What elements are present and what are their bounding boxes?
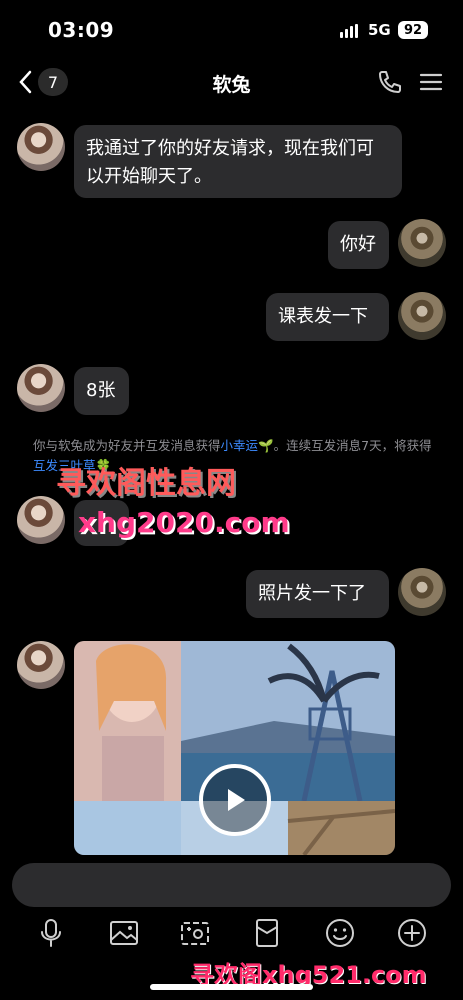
message-bubble[interactable]: 照片发一下了 [246, 570, 389, 618]
watermark-text: xhg2020.com [78, 506, 290, 539]
more-button[interactable] [395, 916, 429, 950]
red-packet-icon [256, 919, 278, 947]
play-button[interactable] [199, 764, 271, 836]
message-bubble[interactable]: 课表发一下 [266, 293, 389, 341]
status-time: 03:09 [48, 18, 115, 42]
home-indicator[interactable] [150, 984, 313, 990]
phone-icon [379, 71, 401, 93]
my-avatar[interactable] [398, 292, 446, 340]
menu-icon [419, 73, 443, 91]
my-avatar[interactable] [398, 219, 446, 267]
menu-button[interactable] [418, 68, 446, 96]
watermark-text: 寻欢阁性息网 [56, 466, 236, 501]
message-bubble[interactable]: 我通过了你的好友请求，现在我们可以开始聊天了。 [74, 125, 402, 198]
sprout-icon: 🌱 [258, 438, 274, 453]
message-bubble[interactable]: 8张 [74, 367, 129, 415]
message-bubble[interactable]: 你好 [328, 221, 389, 269]
message-input[interactable] [12, 863, 451, 907]
network-type: 5G [368, 21, 391, 39]
photo-button[interactable] [107, 916, 141, 950]
contact-avatar[interactable] [17, 364, 65, 412]
play-icon [228, 789, 245, 811]
system-notice-text: 你与软兔成为好友并互发消息获得 [33, 438, 221, 453]
contact-avatar[interactable] [17, 641, 65, 689]
contact-avatar[interactable] [17, 123, 65, 171]
system-notice-text: 。连续互发消息7天，将获得 [273, 438, 432, 453]
battery-indicator: 92 [398, 21, 428, 39]
voice-button[interactable] [34, 916, 68, 950]
red-packet-button[interactable] [250, 916, 284, 950]
emoji-button[interactable] [323, 916, 357, 950]
contact-avatar[interactable] [17, 496, 65, 544]
microphone-icon [41, 919, 61, 947]
lucky-link[interactable]: 小幸运 [221, 438, 259, 453]
my-avatar[interactable] [398, 568, 446, 616]
emoji-icon [326, 919, 354, 947]
image-icon [110, 921, 138, 945]
camera-icon [181, 922, 209, 945]
plus-icon [398, 919, 426, 947]
signal-icon [340, 24, 358, 38]
phone-call-button[interactable] [376, 68, 404, 96]
camera-button[interactable] [178, 916, 212, 950]
